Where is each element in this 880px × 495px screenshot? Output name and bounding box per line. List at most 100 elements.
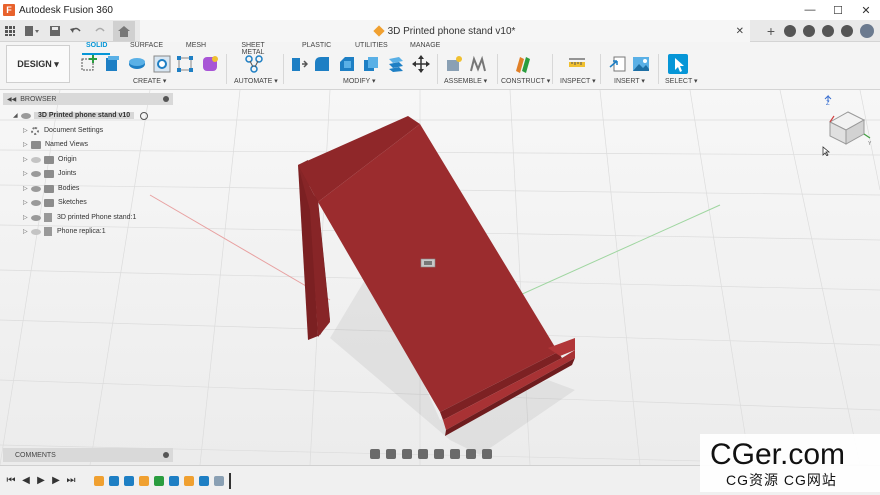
browser-item-sketches[interactable]: ▷ Sketches (23, 196, 87, 209)
go-to-start-icon[interactable]: ⏮ (6, 475, 16, 486)
expand-icon[interactable]: ▷ (23, 141, 31, 148)
offset-plane-icon[interactable] (513, 54, 533, 74)
go-to-end-icon[interactable]: ⏭ (66, 475, 76, 486)
expand-icon[interactable]: ▷ (23, 228, 31, 235)
eye-icon[interactable] (31, 156, 41, 163)
modify-menu[interactable]: MODIFY ▾ (343, 77, 376, 85)
expand-icon[interactable]: ▷ (23, 214, 31, 221)
new-component-icon[interactable] (444, 54, 464, 74)
help-icon[interactable] (841, 25, 853, 37)
new-tab-icon[interactable]: + (765, 24, 777, 38)
tab-mesh[interactable]: MESH (185, 42, 207, 52)
redo-icon[interactable] (88, 20, 110, 42)
expand-icon[interactable]: ◢ (13, 112, 21, 119)
browser-item-document-settings[interactable]: ▷ Document Settings (23, 124, 103, 137)
comments-panel[interactable]: COMMENTS (3, 448, 173, 462)
create-form-icon[interactable] (200, 54, 220, 74)
grid-settings-icon[interactable] (466, 449, 476, 459)
tab-surface[interactable]: SURFACE (130, 42, 163, 52)
play-icon[interactable]: ▶ (36, 475, 46, 486)
close-button[interactable]: ✕ (852, 0, 880, 20)
inspect-menu[interactable]: INSPECT ▾ (560, 77, 596, 85)
maximize-button[interactable]: ☐ (824, 0, 852, 20)
create-menu[interactable]: CREATE ▾ (133, 77, 166, 85)
fillet-icon[interactable] (312, 54, 332, 74)
expand-icon[interactable]: ▷ (23, 199, 31, 206)
step-forward-icon[interactable]: ▶ (51, 475, 61, 486)
press-pull-icon[interactable] (289, 54, 309, 74)
measure-icon[interactable] (567, 54, 587, 74)
timeline-feature-extrude[interactable] (199, 475, 209, 486)
activate-icon[interactable] (140, 111, 149, 120)
home-icon[interactable] (113, 21, 135, 41)
timeline-feature-plane[interactable] (154, 475, 164, 486)
expand-icon[interactable]: ▷ (23, 185, 31, 192)
automate-menu[interactable]: AUTOMATE ▾ (234, 77, 278, 85)
eye-icon[interactable] (31, 170, 41, 177)
grid-menu-icon[interactable] (0, 20, 20, 42)
select-icon[interactable] (668, 54, 688, 74)
joint-icon[interactable] (468, 54, 488, 74)
insert-image-icon[interactable] (631, 54, 651, 74)
assemble-menu[interactable]: ASSEMBLE ▾ (444, 77, 487, 85)
timeline-feature-sketch[interactable] (94, 475, 104, 486)
tab-solid[interactable]: SOLID (82, 42, 110, 55)
browser-item-phone-replica[interactable]: ▷ Phone replica:1 (23, 225, 106, 238)
workspace-switcher[interactable]: DESIGN ▾ (6, 45, 70, 83)
timeline-feature-sketch[interactable] (184, 475, 194, 486)
collapse-icon[interactable]: ◀◀ (7, 96, 16, 103)
extensions-icon[interactable] (784, 25, 796, 37)
insert-derive-icon[interactable] (608, 54, 628, 74)
combine-icon[interactable] (386, 54, 406, 74)
notifications-icon[interactable] (822, 25, 834, 37)
eye-icon[interactable] (31, 228, 41, 235)
browser-root-item[interactable]: ◢ 3D Printed phone stand v10 (13, 109, 149, 122)
pan-icon[interactable] (402, 449, 412, 459)
select-menu[interactable]: SELECT ▾ (665, 77, 698, 85)
chamfer-icon[interactable] (337, 54, 357, 74)
user-avatar[interactable] (860, 24, 874, 38)
add-comment-icon[interactable] (163, 452, 169, 458)
pin-icon[interactable] (163, 96, 169, 102)
zoom-icon[interactable] (418, 449, 428, 459)
timeline-marker[interactable] (229, 472, 231, 489)
expand-icon[interactable]: ▷ (23, 127, 31, 134)
timeline-feature-sketch[interactable] (139, 475, 149, 486)
expand-icon[interactable]: ▷ (23, 156, 31, 163)
file-menu-icon[interactable] (20, 20, 44, 42)
minimize-button[interactable]: — (796, 0, 824, 20)
eye-icon[interactable] (31, 185, 41, 192)
undo-icon[interactable] (66, 20, 88, 42)
pattern-icon[interactable] (175, 54, 195, 74)
construct-menu[interactable]: CONSTRUCT ▾ (501, 77, 550, 85)
browser-item-origin[interactable]: ▷ Origin (23, 153, 77, 166)
viewcube[interactable]: Z Y (820, 94, 876, 150)
browser-header[interactable]: ◀◀ BROWSER (3, 93, 173, 105)
automate-icon[interactable] (244, 54, 264, 74)
browser-item-bodies[interactable]: ▷ Bodies (23, 182, 79, 195)
eye-icon[interactable] (31, 199, 41, 206)
move-icon[interactable] (411, 54, 431, 74)
expand-icon[interactable]: ▷ (23, 170, 31, 177)
save-icon[interactable] (44, 20, 66, 42)
tab-close-icon[interactable]: ✕ (736, 26, 744, 37)
hole-icon[interactable] (152, 54, 172, 74)
timeline-feature-joint[interactable] (214, 475, 224, 486)
fit-icon[interactable] (434, 449, 444, 459)
step-back-icon[interactable]: ◀ (21, 475, 31, 486)
timeline-feature-extrude[interactable] (124, 475, 134, 486)
tab-manage[interactable]: MANAGE (410, 42, 440, 52)
eye-icon[interactable] (21, 112, 31, 119)
eye-icon[interactable] (31, 214, 41, 221)
tab-plastic[interactable]: PLASTIC (302, 42, 331, 52)
new-sketch-icon[interactable] (79, 54, 99, 74)
job-status-icon[interactable] (803, 25, 815, 37)
viewports-icon[interactable] (482, 449, 492, 459)
look-at-icon[interactable] (386, 449, 396, 459)
display-settings-icon[interactable] (450, 449, 460, 459)
browser-item-named-views[interactable]: ▷ Named Views (23, 138, 88, 151)
insert-menu[interactable]: INSERT ▾ (614, 77, 645, 85)
revolve-icon[interactable] (127, 54, 147, 74)
tab-sheet-metal[interactable]: SHEET METAL (231, 42, 275, 56)
tab-utilities[interactable]: UTILITIES (355, 42, 388, 52)
